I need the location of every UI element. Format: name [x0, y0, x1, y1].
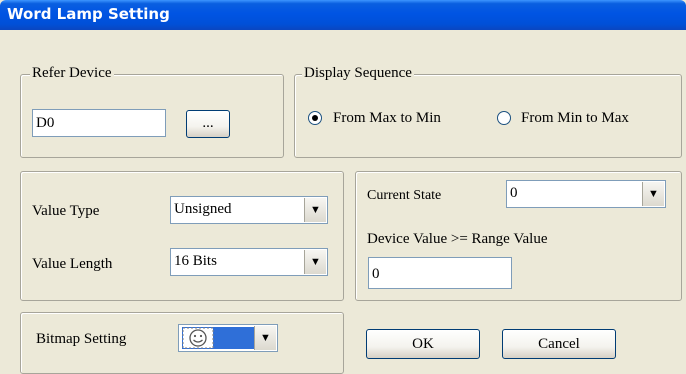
radio-min-to-max-label[interactable]: From Min to Max [521, 109, 629, 127]
bitmap-setting-label: Bitmap Setting [36, 331, 127, 347]
radio-max-to-min[interactable] [308, 111, 322, 125]
value-type-label: Value Type [32, 203, 100, 219]
value-settings-group [20, 171, 344, 301]
radio-max-to-min-label[interactable]: From Max to Min [333, 109, 441, 127]
display-sequence-legend: Display Sequence [302, 65, 414, 81]
chevron-down-icon[interactable]: ▼ [304, 250, 326, 274]
chevron-down-icon[interactable]: ▼ [304, 198, 326, 222]
bitmap-dropdown[interactable]: ▼ [178, 324, 278, 352]
device-value-label: Device Value >= Range Value [367, 231, 548, 247]
refer-device-legend: Refer Device [30, 65, 114, 81]
chevron-down-icon[interactable]: ▼ [254, 326, 276, 350]
current-state-dropdown[interactable]: 0 ▼ [506, 180, 666, 208]
current-state-label: Current State [367, 188, 442, 203]
device-value-input[interactable]: 0 [368, 257, 512, 289]
current-state-selected: 0 [510, 185, 518, 201]
cancel-button[interactable]: Cancel [502, 329, 616, 359]
chevron-down-icon[interactable]: ▼ [642, 182, 664, 206]
refer-device-input[interactable]: D0 [32, 109, 166, 137]
radio-min-to-max[interactable] [497, 111, 511, 125]
radio-selected-dot [312, 115, 318, 121]
value-type-selected: Unsigned [174, 201, 232, 217]
browse-device-button[interactable]: ... [186, 110, 230, 138]
value-type-dropdown[interactable]: Unsigned ▼ [170, 196, 328, 224]
window-title: Word Lamp Setting [7, 5, 170, 23]
value-length-label: Value Length [32, 256, 113, 272]
word-lamp-setting-dialog: Word Lamp Setting Refer Device D0 ... Di… [0, 0, 686, 374]
value-length-dropdown[interactable]: 16 Bits ▼ [170, 248, 328, 276]
value-length-selected: 16 Bits [174, 253, 217, 269]
ok-button[interactable]: OK [366, 329, 480, 359]
smiley-bitmap-icon [182, 327, 254, 349]
title-bar[interactable]: Word Lamp Setting [0, 0, 686, 30]
